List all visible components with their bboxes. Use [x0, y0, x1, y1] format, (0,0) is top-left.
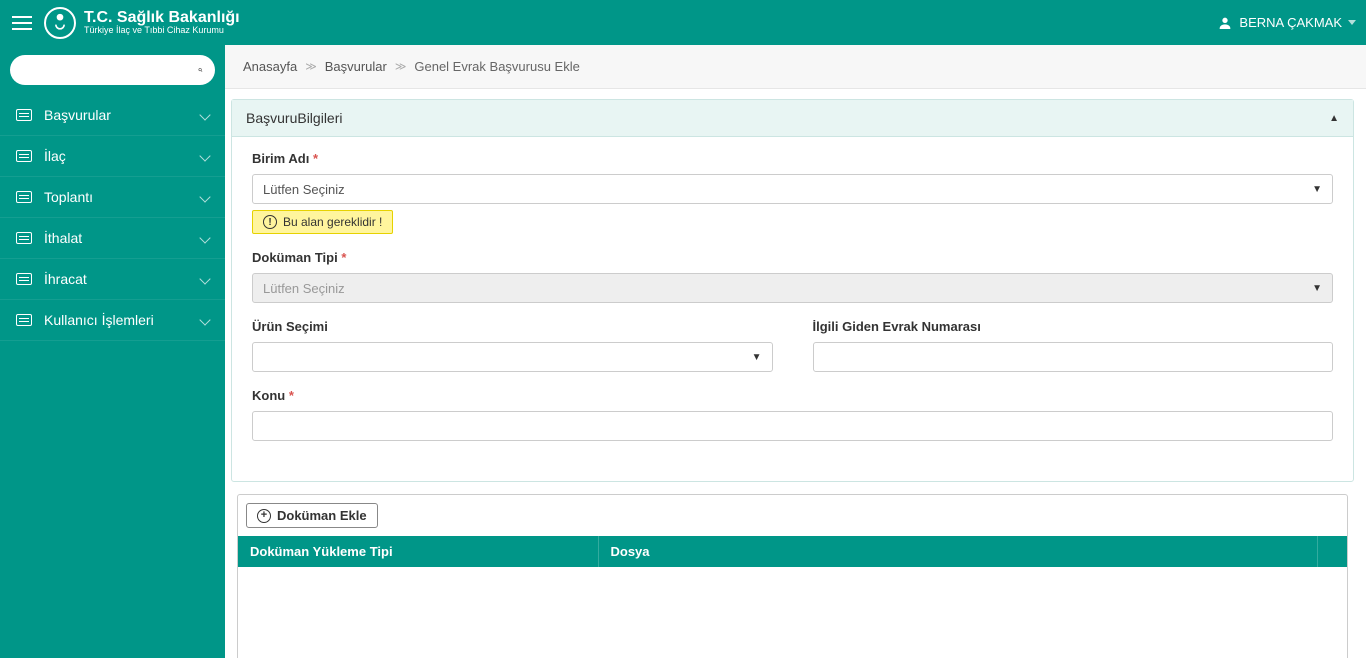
validation-text: Bu alan gereklidir !	[283, 215, 382, 229]
org-title: T.C. Sağlık Bakanlığı	[84, 9, 240, 27]
logo-icon	[44, 7, 76, 39]
sidebar-item-label: Toplantı	[44, 189, 93, 205]
chevron-down-icon	[199, 150, 210, 161]
add-document-button[interactable]: + Doküman Ekle	[246, 503, 378, 528]
validation-birim-adi: ! Bu alan gereklidir !	[252, 210, 393, 234]
sidebar-item-ithalat[interactable]: İthalat	[0, 218, 225, 259]
chevron-down-icon	[199, 109, 210, 120]
breadcrumb-basvurular[interactable]: Başvurular	[325, 59, 387, 74]
sidebar-item-ihracat[interactable]: İhracat	[0, 259, 225, 300]
label-urun-secimi: Ürün Seçimi	[252, 319, 773, 334]
label-konu: Konu *	[252, 388, 1333, 403]
chevron-down-icon	[199, 232, 210, 243]
list-icon	[16, 150, 32, 162]
document-table-body	[238, 567, 1347, 658]
collapse-icon: ▲	[1329, 113, 1339, 124]
list-icon	[16, 109, 32, 121]
list-icon	[16, 314, 32, 326]
breadcrumb-sep-icon: ≫	[305, 60, 317, 73]
user-menu[interactable]: BERNA ÇAKMAK	[1217, 15, 1356, 31]
chevron-down-icon	[1348, 20, 1356, 25]
sidebar-item-label: İhracat	[44, 271, 87, 287]
chevron-down-icon: ▼	[1312, 184, 1322, 195]
document-panel: + Doküman Ekle Doküman Yükleme Tipi Dosy…	[237, 494, 1348, 658]
logo-block: T.C. Sağlık Bakanlığı Türkiye İlaç ve Tı…	[44, 7, 240, 39]
panel-header[interactable]: BaşvuruBilgileri ▲	[232, 100, 1353, 137]
warning-icon: !	[263, 215, 277, 229]
col-dosya: Dosya	[598, 536, 1317, 567]
select-birim-adi[interactable]: Lütfen Seçiniz ▼	[252, 174, 1333, 204]
search-input[interactable]	[22, 63, 198, 78]
breadcrumb-home[interactable]: Anasayfa	[243, 59, 297, 74]
sidebar-item-basvurular[interactable]: Başvurular	[0, 95, 225, 136]
org-subtitle: Türkiye İlaç ve Tıbbi Cihaz Kurumu	[84, 26, 240, 36]
list-icon	[16, 232, 32, 244]
plus-icon: +	[257, 509, 271, 523]
breadcrumb-current: Genel Evrak Başvurusu Ekle	[414, 59, 579, 74]
breadcrumb: Anasayfa ≫ Başvurular ≫ Genel Evrak Başv…	[225, 45, 1366, 89]
document-table: Doküman Yükleme Tipi Dosya	[238, 536, 1347, 567]
sidebar-item-kullanici-islemleri[interactable]: Kullanıcı İşlemleri	[0, 300, 225, 341]
sidebar-item-label: Başvurular	[44, 107, 111, 123]
field-ilgili-giden-evrak: İlgili Giden Evrak Numarası	[813, 319, 1334, 372]
select-placeholder: Lütfen Seçiniz	[263, 182, 345, 197]
user-name: BERNA ÇAKMAK	[1239, 15, 1342, 30]
input-konu[interactable]	[252, 411, 1333, 441]
search-icon	[198, 62, 203, 78]
panel-title: BaşvuruBilgileri	[246, 110, 342, 126]
label-dokuman-tipi: Doküman Tipi *	[252, 250, 1333, 265]
sidebar-item-toplanti[interactable]: Toplantı	[0, 177, 225, 218]
chevron-down-icon	[199, 273, 210, 284]
header-left: T.C. Sağlık Bakanlığı Türkiye İlaç ve Tı…	[10, 7, 240, 39]
chevron-down-icon	[199, 191, 210, 202]
chevron-down-icon	[199, 314, 210, 325]
field-birim-adi: Birim Adı * Lütfen Seçiniz ▼ ! Bu alan g…	[252, 151, 1333, 234]
sidebar-item-ilac[interactable]: İlaç	[0, 136, 225, 177]
breadcrumb-sep-icon: ≫	[395, 60, 407, 73]
label-ilgili-giden: İlgili Giden Evrak Numarası	[813, 319, 1334, 334]
list-icon	[16, 191, 32, 203]
col-dokuman-yukleme-tipi: Doküman Yükleme Tipi	[238, 536, 598, 567]
field-dokuman-tipi: Doküman Tipi * Lütfen Seçiniz ▼	[252, 250, 1333, 303]
sidebar-search[interactable]	[10, 55, 215, 85]
col-actions	[1317, 536, 1347, 567]
select-placeholder: Lütfen Seçiniz	[263, 281, 345, 296]
sidebar: Başvurular İlaç Toplantı İthalat İhracat…	[0, 45, 225, 658]
top-header: T.C. Sağlık Bakanlığı Türkiye İlaç ve Tı…	[0, 0, 1366, 45]
input-ilgili-giden[interactable]	[813, 342, 1334, 372]
user-icon	[1217, 15, 1233, 31]
sidebar-item-label: İthalat	[44, 230, 82, 246]
select-dokuman-tipi[interactable]: Lütfen Seçiniz ▼	[252, 273, 1333, 303]
sidebar-item-label: Kullanıcı İşlemleri	[44, 312, 154, 328]
sidebar-item-label: İlaç	[44, 148, 66, 164]
list-icon	[16, 273, 32, 285]
field-urun-secimi: Ürün Seçimi ▼	[252, 319, 773, 372]
select-urun-secimi[interactable]: ▼	[252, 342, 773, 372]
main-content: Anasayfa ≫ Başvurular ≫ Genel Evrak Başv…	[225, 45, 1366, 658]
menu-toggle-button[interactable]	[10, 11, 34, 35]
add-document-label: Doküman Ekle	[277, 508, 367, 523]
chevron-down-icon: ▼	[752, 352, 762, 363]
basvuru-bilgileri-panel: BaşvuruBilgileri ▲ Birim Adı * Lütfen Se…	[231, 99, 1354, 482]
label-birim-adi: Birim Adı *	[252, 151, 1333, 166]
chevron-down-icon: ▼	[1312, 283, 1322, 294]
field-konu: Konu *	[252, 388, 1333, 441]
